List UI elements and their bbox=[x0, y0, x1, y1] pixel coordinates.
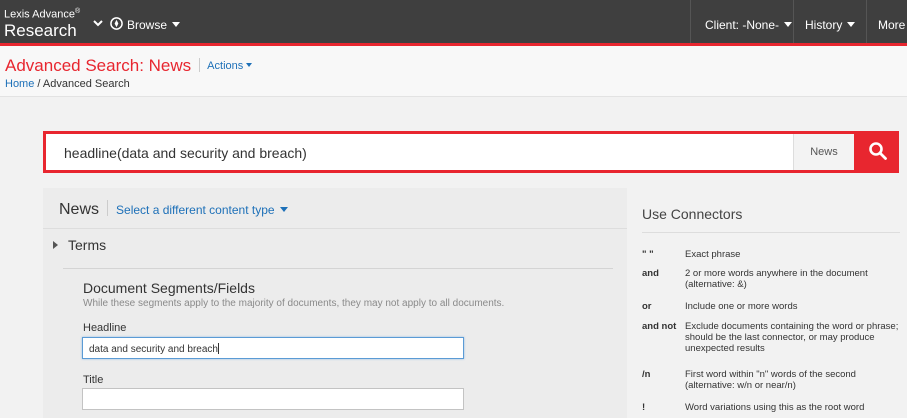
header-divider bbox=[107, 200, 109, 216]
caret-down-icon bbox=[246, 63, 253, 67]
connector-key: and not bbox=[642, 321, 677, 332]
headline-field[interactable]: data and security and breach bbox=[82, 337, 464, 359]
connector-description: Word variations using this as the root w… bbox=[685, 402, 865, 413]
product-name-line1: Lexis Advance bbox=[4, 8, 75, 21]
browse-label: Browse bbox=[127, 18, 168, 32]
terms-label: Terms bbox=[68, 237, 107, 253]
breadcrumb: Home / Advanced Search bbox=[5, 78, 130, 90]
text-cursor bbox=[217, 343, 219, 354]
page-header: Advanced Search: News Actions Home / Adva… bbox=[0, 46, 907, 97]
advanced-search-form: News Select a different content type Term… bbox=[43, 188, 627, 418]
page-title: Advanced Search: News Actions bbox=[5, 56, 253, 76]
headline-value: data and security and breach bbox=[89, 344, 218, 355]
search-input[interactable]: headline(data and security and breach) bbox=[64, 145, 307, 161]
divider bbox=[63, 268, 613, 269]
nav-divider bbox=[793, 0, 794, 43]
client-menu[interactable]: Client: -None- bbox=[705, 18, 793, 32]
connector-key: or bbox=[642, 301, 652, 312]
product-name-line2: Research bbox=[4, 20, 77, 40]
connectors-title: Use Connectors bbox=[642, 206, 743, 222]
connector-key: ! bbox=[642, 402, 646, 413]
connector-description: Exclude documents containing the word or… bbox=[685, 321, 899, 354]
chevron-down-icon[interactable] bbox=[91, 16, 105, 30]
divider bbox=[43, 228, 627, 229]
headline-label: Headline bbox=[83, 322, 127, 334]
connectors-help-panel: Use Connectors " " Exact phrase and 2 or… bbox=[642, 188, 907, 418]
page-title-prefix: Advanced Search: bbox=[5, 56, 149, 75]
segments-title: Document Segments/Fields bbox=[83, 280, 255, 296]
connector-description: 2 or more words anywhere in the document… bbox=[685, 268, 868, 290]
connector-description: First word within "n" words of the secon… bbox=[685, 369, 856, 391]
caret-down-icon bbox=[847, 22, 856, 27]
terms-section-toggle[interactable]: Terms bbox=[53, 237, 106, 253]
browse-menu[interactable]: Browse bbox=[127, 18, 181, 32]
caret-down-icon bbox=[279, 207, 288, 212]
title-field[interactable] bbox=[82, 388, 464, 410]
connector-description: Include one or more words bbox=[685, 301, 798, 312]
actions-menu[interactable]: Actions bbox=[207, 60, 253, 72]
change-content-type-link[interactable]: Select a different content type bbox=[116, 203, 288, 217]
connector-key: /n bbox=[642, 369, 651, 380]
registered-mark: ® bbox=[74, 8, 81, 15]
connector-key: " " bbox=[642, 249, 654, 260]
more-label: More bbox=[878, 18, 906, 32]
product-logo[interactable]: Lexis Advance® Research bbox=[4, 8, 80, 39]
caret-right-icon bbox=[53, 241, 58, 249]
nav-divider bbox=[690, 0, 691, 43]
caret-down-icon bbox=[172, 22, 181, 27]
content-type-header: News Select a different content type bbox=[59, 200, 288, 219]
change-content-type-label: Select a different content type bbox=[116, 203, 275, 217]
breadcrumb-current: Advanced Search bbox=[42, 78, 130, 90]
search-box[interactable]: headline(data and security and breach) N… bbox=[43, 131, 857, 173]
connector-key: and bbox=[642, 268, 659, 279]
breadcrumb-home-link[interactable]: Home bbox=[5, 78, 34, 90]
nav-divider bbox=[866, 0, 867, 43]
history-menu[interactable]: History bbox=[805, 18, 856, 32]
title-divider bbox=[199, 58, 201, 72]
content-type-label: News bbox=[59, 201, 100, 218]
client-label: Client: -None- bbox=[705, 18, 780, 32]
search-icon bbox=[869, 142, 887, 160]
more-menu[interactable]: More bbox=[878, 18, 905, 32]
search-scope-selector[interactable]: News bbox=[793, 134, 854, 170]
actions-label: Actions bbox=[207, 60, 244, 72]
segments-description: While these segments apply to the majori… bbox=[83, 298, 505, 309]
caret-down-icon bbox=[784, 22, 793, 27]
search-button[interactable] bbox=[857, 131, 899, 173]
title-label: Title bbox=[83, 374, 104, 386]
top-nav-bar: Lexis Advance® Research Browse Client: -… bbox=[0, 0, 907, 46]
page-title-topic: News bbox=[148, 56, 192, 75]
compass-icon bbox=[110, 17, 123, 30]
history-label: History bbox=[805, 18, 843, 32]
divider bbox=[642, 232, 900, 233]
breadcrumb-separator: / bbox=[34, 78, 43, 90]
connector-description: Exact phrase bbox=[685, 249, 741, 260]
